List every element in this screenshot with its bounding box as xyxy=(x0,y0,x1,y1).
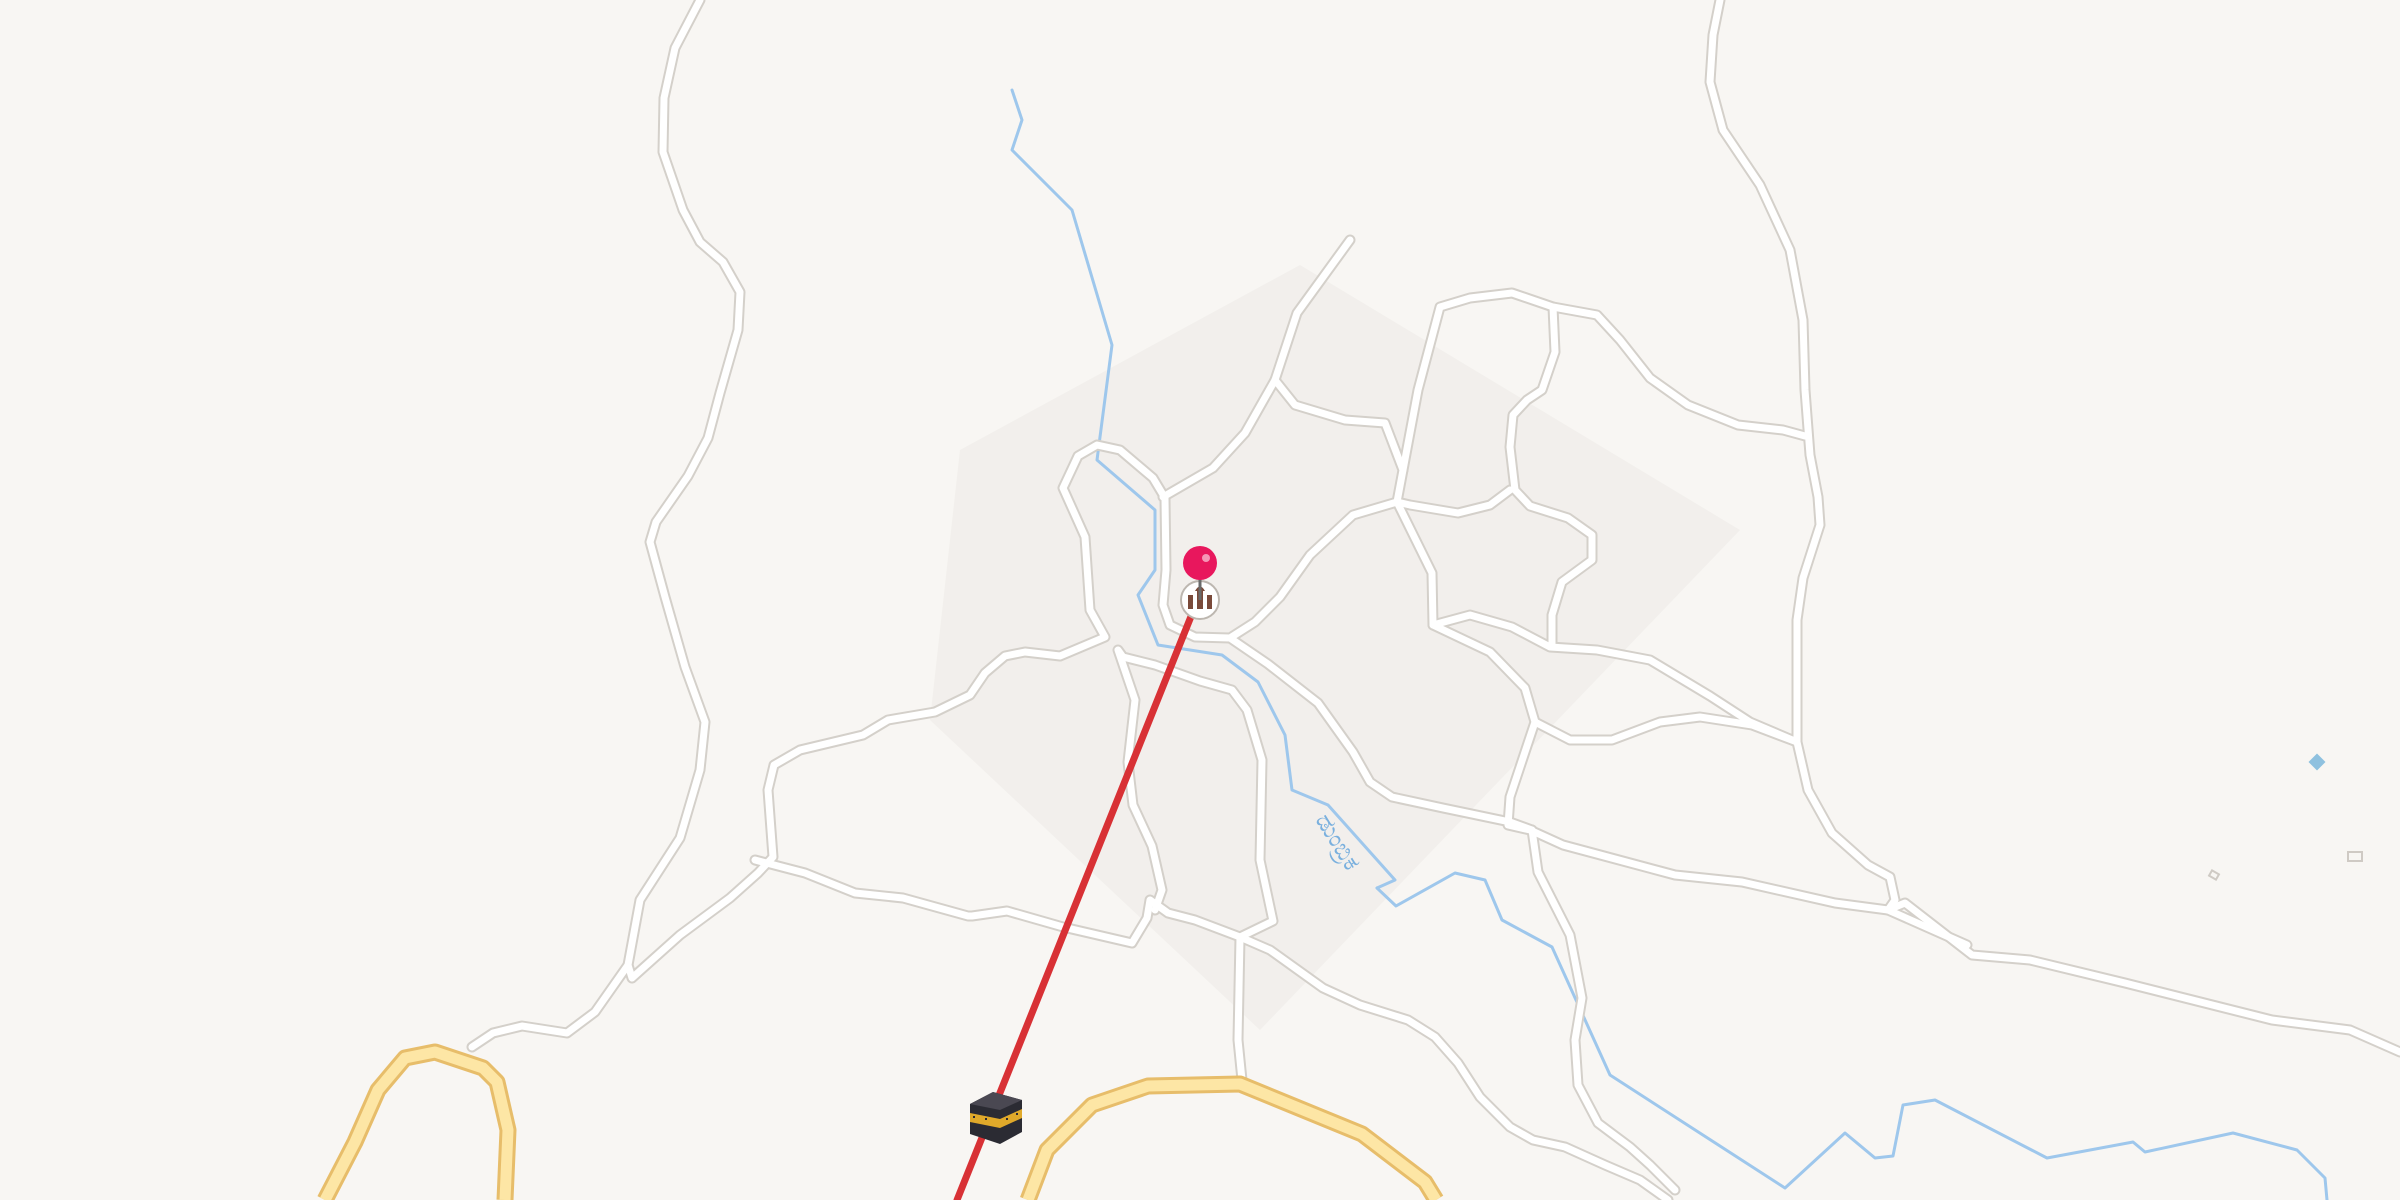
road xyxy=(1234,933,1246,1084)
red-pin-icon xyxy=(1183,546,1217,580)
map-canvas[interactable]: ಡುಂಬ್ರಿಕ xyxy=(0,0,2400,1200)
